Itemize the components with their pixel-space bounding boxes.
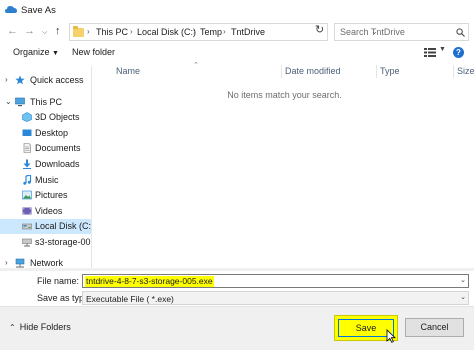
sidebar-item-label: Music (35, 175, 59, 185)
hide-folders-button[interactable]: ⌃ Hide Folders (9, 322, 71, 332)
search-box[interactable]: Search TntDrive (334, 23, 469, 41)
breadcrumb-tntdrive[interactable]: TntDrive (231, 27, 265, 37)
search-input[interactable]: Search TntDrive (340, 27, 405, 37)
chevron-right-icon: › (87, 27, 90, 36)
cancel-button[interactable]: Cancel (405, 318, 464, 337)
sidebar-item-local-disk[interactable]: Local Disk (C:) (0, 219, 92, 234)
breadcrumb-this-pc[interactable]: This PC (96, 27, 128, 37)
star-icon (15, 75, 25, 85)
chevron-right-icon[interactable]: › (5, 258, 8, 267)
command-bar: Organize ▼ New folder ▼ ? (0, 44, 474, 62)
sidebar-item-label: This PC (30, 97, 63, 107)
sidebar-item-label: Network (30, 258, 64, 268)
sidebar-item-documents[interactable]: Documents (0, 141, 91, 156)
sidebar-item-label: Pictures (35, 190, 68, 200)
sidebar-item-label: Downloads (35, 159, 80, 169)
chevron-up-icon: ⌃ (9, 323, 16, 332)
chevron-down-icon[interactable]: ⌄ (5, 97, 12, 106)
pictures-icon (22, 190, 32, 200)
hide-folders-label: Hide Folders (19, 322, 71, 332)
sidebar-item-downloads[interactable]: Downloads (0, 157, 91, 172)
music-icon (23, 175, 32, 185)
breadcrumb-temp[interactable]: Temp (200, 27, 222, 37)
save-as-type-value: Executable File ( *.exe) (86, 294, 174, 304)
sidebar-item-music[interactable]: Music (0, 173, 91, 188)
filename-field[interactable]: tntdrive-4-8-7-s3-storage-005.exe ⌄ (82, 274, 469, 288)
cube-icon (22, 112, 32, 122)
folder-icon (73, 26, 84, 37)
sidebar-item-this-pc[interactable]: ⌄ This PC (0, 95, 91, 110)
video-icon (22, 207, 32, 215)
column-divider[interactable] (281, 65, 282, 78)
column-header-date-modified[interactable]: Date modified (285, 66, 341, 76)
sidebar-item-label: Desktop (35, 128, 69, 138)
drive-icon (22, 223, 32, 230)
navigation-pane[interactable]: › Quick access ⌄ This PC 3D Objects Desk… (0, 66, 92, 268)
chevron-right-icon: › (223, 27, 226, 36)
sidebar-item-s3-storage[interactable]: s3-storage-005 ( (0, 235, 92, 250)
vertical-scrollbar[interactable] (468, 62, 474, 268)
sidebar-item-label: 3D Objects (35, 112, 80, 122)
title-bar: Save As (0, 0, 474, 20)
sidebar-item-videos[interactable]: Videos (0, 204, 91, 219)
computer-icon (15, 97, 25, 107)
column-header-name[interactable]: Name (116, 66, 140, 76)
file-list[interactable]: ⌃ Name Date modified Type Size No items … (95, 62, 474, 268)
desktop-icon (22, 129, 32, 136)
column-header-type[interactable]: Type (380, 66, 400, 76)
save-fields: File name: tntdrive-4-8-7-s3-storage-005… (0, 272, 474, 306)
organize-label: Organize (13, 47, 50, 57)
document-icon (23, 143, 31, 153)
sidebar-item-label: Videos (35, 206, 63, 216)
address-bar[interactable]: › This PC › Local Disk (C:) › Temp › Tnt… (69, 23, 378, 41)
sidebar-item-quick-access[interactable]: › Quick access (0, 73, 91, 88)
filename-value[interactable]: tntdrive-4-8-7-s3-storage-005.exe (85, 276, 214, 287)
organize-button[interactable]: Organize ▼ (13, 47, 59, 57)
network-drive-icon (22, 238, 32, 247)
column-divider[interactable] (453, 65, 454, 78)
forward-button[interactable]: → (24, 25, 35, 37)
chevron-down-icon[interactable]: ⌄ (460, 276, 466, 284)
view-options-icon[interactable] (424, 48, 436, 57)
window-title: Save As (21, 5, 56, 16)
up-button[interactable]: ↑ (55, 25, 61, 37)
back-button[interactable]: ← (7, 25, 18, 37)
sidebar-item-label: Documents (35, 143, 81, 153)
sidebar-item-label: Quick access (30, 75, 84, 85)
column-divider[interactable] (376, 65, 377, 78)
recent-locations-button[interactable]: ⌵ (42, 27, 47, 39)
mouse-cursor-icon (386, 329, 396, 343)
sort-ascending-icon: ⌃ (193, 62, 199, 69)
save-as-type-dropdown[interactable]: Executable File ( *.exe) ⌄ (82, 291, 469, 305)
breadcrumb-local-disk[interactable]: Local Disk (C:) (137, 27, 196, 37)
help-icon[interactable]: ? (453, 47, 464, 58)
sidebar-item-label: Local Disk (C:) (35, 221, 92, 231)
sidebar-item-desktop[interactable]: Desktop (0, 126, 91, 141)
dialog-footer: ⌃ Hide Folders Save Cancel (0, 306, 474, 350)
chevron-right-icon: › (193, 27, 196, 36)
download-icon (23, 159, 31, 169)
sidebar-item-network[interactable]: › Network (0, 256, 91, 268)
chevron-down-icon[interactable]: ⌄ (460, 293, 466, 301)
filename-label: File name: (37, 276, 80, 286)
chevron-down-icon: ▼ (52, 50, 59, 57)
empty-folder-message: No items match your search. (227, 90, 342, 100)
address-row: ← → ⌵ ↑ › This PC › Local Disk (C:) › Te… (0, 22, 474, 42)
chevron-down-icon[interactable]: ▼ (439, 46, 446, 53)
network-icon (15, 258, 25, 268)
sidebar-item-3d-objects[interactable]: 3D Objects (0, 110, 91, 125)
horizontal-scrollbar[interactable] (0, 268, 474, 271)
new-folder-button[interactable]: New folder (72, 47, 115, 57)
chevron-right-icon[interactable]: › (5, 75, 8, 84)
cloud-drive-icon (5, 6, 17, 13)
sidebar-item-label: s3-storage-005 ( (35, 237, 92, 247)
sidebar-item-pictures[interactable]: Pictures (0, 188, 91, 203)
refresh-button[interactable]: ↻ (315, 23, 324, 36)
chevron-right-icon: › (130, 27, 133, 36)
search-icon (456, 28, 465, 37)
